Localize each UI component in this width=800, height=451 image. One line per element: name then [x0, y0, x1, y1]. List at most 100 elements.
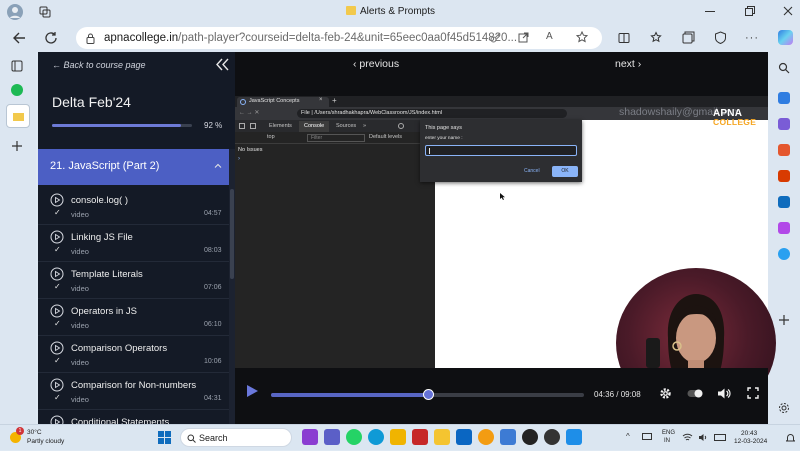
split-screen-icon[interactable] — [618, 32, 630, 44]
store-icon[interactable] — [500, 429, 516, 445]
tray-chevron-icon[interactable]: ^ — [626, 432, 630, 441]
refresh-icon[interactable] — [44, 31, 58, 45]
wifi-icon[interactable] — [682, 433, 693, 442]
close-window-icon[interactable] — [783, 6, 793, 16]
key-icon[interactable] — [490, 32, 501, 43]
weather-widget[interactable]: 1 30°C Partly cloudy — [0, 425, 90, 451]
speaker-icon[interactable] — [698, 433, 708, 442]
dialog-input — [425, 145, 577, 156]
play-circle-icon[interactable] — [50, 193, 64, 207]
video-player: ‹ previous next › JavaScript Concepts × … — [235, 52, 776, 424]
workspaces-icon[interactable] — [39, 6, 51, 18]
open-in-app-icon[interactable] — [518, 32, 529, 43]
lock-icon[interactable] — [86, 33, 95, 44]
taskbar-search[interactable]: Search — [180, 428, 292, 447]
clock-time[interactable]: 20:43 — [741, 430, 757, 437]
add-sidebar-app-icon[interactable] — [778, 314, 790, 326]
next-button[interactable]: next › — [615, 58, 641, 70]
language-code[interactable]: ENG — [662, 430, 675, 436]
tab-actions-icon[interactable] — [11, 60, 23, 72]
section-title: 21. JavaScript (Part 2) — [50, 160, 160, 172]
lesson-item[interactable]: ✓ Template Literals video 07:06 — [38, 262, 229, 299]
seek-bar[interactable] — [271, 389, 584, 400]
teams-icon[interactable] — [324, 429, 340, 445]
search-sidebar-icon[interactable] — [778, 62, 790, 74]
autoplay-toggle[interactable] — [687, 389, 703, 398]
edge-icon[interactable] — [368, 429, 384, 445]
video-devtools-tabs: Elements Console Sources » — [235, 120, 435, 132]
lesson-item[interactable]: ✓ Linking JS File video 08:03 — [38, 225, 229, 262]
designer-icon[interactable] — [778, 222, 790, 234]
canva-icon[interactable] — [390, 429, 406, 445]
play-circle-icon[interactable] — [50, 267, 64, 281]
back-arrow-icon[interactable] — [12, 31, 26, 45]
app-icon[interactable] — [478, 429, 494, 445]
video-nav-arrows-icon: ← → ✕ — [239, 110, 260, 116]
new-tab-icon[interactable] — [11, 140, 23, 152]
more-menu-icon[interactable]: ··· — [745, 32, 759, 44]
play-circle-icon[interactable] — [50, 415, 64, 424]
clock-date[interactable]: 12-03-2024 — [734, 438, 767, 445]
start-windows-icon[interactable] — [158, 431, 171, 444]
player-controls: 04:36 / 09:08 — [235, 368, 768, 424]
mcafee-icon[interactable] — [412, 429, 428, 445]
office-icon[interactable] — [778, 170, 790, 182]
lesson-item[interactable]: ✓ Comparison Operators video 10:06 — [38, 336, 229, 373]
battery-icon[interactable] — [714, 434, 726, 441]
notifications-bell-icon[interactable] — [786, 433, 795, 443]
dialog-message: enter your name : — [425, 136, 463, 141]
minimize-icon[interactable] — [705, 11, 715, 12]
shopping-icon[interactable] — [778, 92, 790, 104]
language-region[interactable]: IN — [664, 438, 670, 444]
vscode-icon[interactable] — [566, 429, 582, 445]
back-to-course-link[interactable]: ← Back to course page — [52, 60, 146, 70]
url-text: apnacollege.in/path-player?courseid=delt… — [104, 32, 517, 44]
taskview-icon[interactable] — [302, 429, 318, 445]
play-circle-icon[interactable] — [50, 304, 64, 318]
maximize-icon[interactable] — [745, 6, 755, 16]
lesson-item[interactable]: ✓ console.log( ) video 04:57 — [38, 188, 229, 225]
context-selector: top — [267, 134, 275, 140]
linkedin-icon[interactable] — [456, 429, 472, 445]
obs-icon[interactable] — [544, 429, 560, 445]
whatsapp-icon[interactable] — [346, 429, 362, 445]
tab-favicon-icon — [346, 6, 356, 15]
fullscreen-icon[interactable] — [747, 387, 759, 399]
weather-badge: 1 — [16, 427, 24, 435]
lesson-item[interactable]: ✓ Comparison for Non-numbers video 04:31 — [38, 373, 229, 410]
read-aloud-icon[interactable]: A — [546, 31, 553, 42]
play-icon[interactable] — [245, 384, 259, 398]
favorites-icon[interactable] — [650, 31, 663, 44]
spotify-icon[interactable] — [11, 84, 23, 96]
completed-check-icon: ✓ — [54, 282, 61, 291]
section-header[interactable]: 21. JavaScript (Part 2) — [38, 149, 229, 185]
sidebar-settings-icon[interactable] — [778, 402, 790, 414]
address-bar[interactable]: apnacollege.in/path-player?courseid=delt… — [76, 27, 602, 49]
collections-icon[interactable] — [682, 31, 695, 44]
tools-icon[interactable] — [778, 118, 790, 130]
active-tab-thumbnail[interactable] — [6, 104, 30, 128]
volume-icon[interactable] — [717, 387, 731, 400]
seek-thumb[interactable] — [422, 389, 434, 400]
settings-gear-icon[interactable] — [659, 387, 672, 400]
drop-icon[interactable] — [778, 248, 790, 260]
lesson-item[interactable]: ✓ Operators in JS video 06:10 — [38, 299, 229, 336]
play-circle-icon[interactable] — [50, 378, 64, 392]
play-circle-icon[interactable] — [50, 341, 64, 355]
github-icon[interactable] — [522, 429, 538, 445]
tray-display-icon[interactable] — [642, 433, 652, 440]
collapse-sidebar-icon[interactable] — [216, 58, 229, 71]
seek-bar-fill — [271, 393, 429, 397]
chevron-up-icon[interactable] — [214, 163, 222, 168]
profile-avatar[interactable] — [7, 4, 23, 20]
file-explorer-icon[interactable] — [434, 429, 450, 445]
games-icon[interactable] — [778, 144, 790, 156]
browser-essentials-icon[interactable] — [714, 31, 727, 44]
previous-button[interactable]: ‹ previous — [353, 58, 399, 70]
favorite-star-icon[interactable] — [576, 31, 588, 43]
copilot-icon[interactable] — [778, 30, 793, 45]
lesson-item[interactable]: Conditional Statementsvideo — [38, 410, 229, 424]
sidebar-scrollbar-thumb[interactable] — [230, 189, 234, 279]
play-circle-icon[interactable] — [50, 230, 64, 244]
outlook-icon[interactable] — [778, 196, 790, 208]
